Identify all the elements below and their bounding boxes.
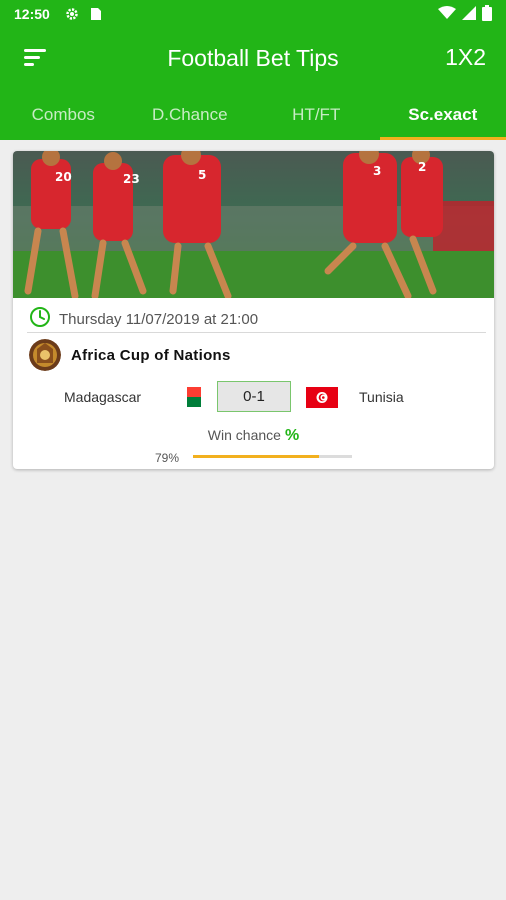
tab-bar: Combos D.Chance HT/FT Sc.exact bbox=[0, 90, 506, 140]
status-time: 12:50 bbox=[14, 6, 50, 22]
tab-double-chance[interactable]: D.Chance bbox=[127, 90, 254, 140]
wifi-icon bbox=[438, 5, 456, 23]
match-row: Madagascar 0-1 Tunisia bbox=[13, 381, 494, 413]
madagascar-flag-icon bbox=[180, 387, 201, 407]
tab-exact-score[interactable]: Sc.exact bbox=[379, 90, 506, 140]
tab-combos[interactable]: Combos bbox=[0, 90, 127, 140]
clock-icon bbox=[29, 306, 51, 332]
svg-text:3: 3 bbox=[373, 164, 381, 178]
app-bar: Football Bet Tips 1X2 bbox=[0, 28, 506, 90]
match-datetime-row: Thursday 11/07/2019 at 21:00 bbox=[29, 306, 258, 332]
win-chance-label: Win chance bbox=[207, 427, 281, 443]
sim-card-icon bbox=[88, 6, 104, 22]
app-title: Football Bet Tips bbox=[167, 45, 339, 71]
divider bbox=[27, 332, 486, 333]
menu-icon bbox=[23, 47, 49, 72]
1x2-button[interactable]: 1X2 bbox=[445, 44, 486, 71]
predicted-score: 0-1 bbox=[217, 381, 291, 412]
signal-icon bbox=[462, 5, 476, 23]
match-hero-image: 20 23 5 3 2 bbox=[13, 151, 494, 298]
menu-button[interactable] bbox=[0, 28, 72, 90]
status-bar: 12:50 bbox=[0, 0, 506, 28]
win-chance-value: 79% bbox=[155, 451, 180, 465]
league-logo-icon bbox=[29, 339, 61, 371]
match-datetime: Thursday 11/07/2019 at 21:00 bbox=[59, 310, 259, 328]
match-card[interactable]: 20 23 5 3 2 Thursday 11/07/2019 at 21:00… bbox=[13, 151, 494, 469]
home-team-name: Madagascar bbox=[64, 389, 142, 405]
battery-icon bbox=[482, 4, 492, 24]
league-name: Africa Cup of Nations bbox=[71, 346, 231, 364]
svg-text:2: 2 bbox=[418, 160, 426, 174]
win-chance-row: Win chance% bbox=[13, 427, 494, 445]
win-chance-progress: 79% bbox=[13, 449, 494, 465]
away-team-name: Tunisia bbox=[359, 389, 404, 405]
svg-text:23: 23 bbox=[123, 172, 140, 186]
percent-icon: % bbox=[284, 427, 300, 444]
progress-fill bbox=[193, 455, 319, 458]
tab-ht-ft[interactable]: HT/FT bbox=[253, 90, 380, 140]
svg-text:5: 5 bbox=[198, 168, 206, 182]
progress-track bbox=[193, 455, 352, 458]
settings-icon bbox=[64, 6, 80, 22]
tunisia-flag-icon bbox=[306, 387, 338, 408]
svg-text:20: 20 bbox=[55, 170, 72, 184]
league-row: Africa Cup of Nations bbox=[29, 339, 231, 371]
